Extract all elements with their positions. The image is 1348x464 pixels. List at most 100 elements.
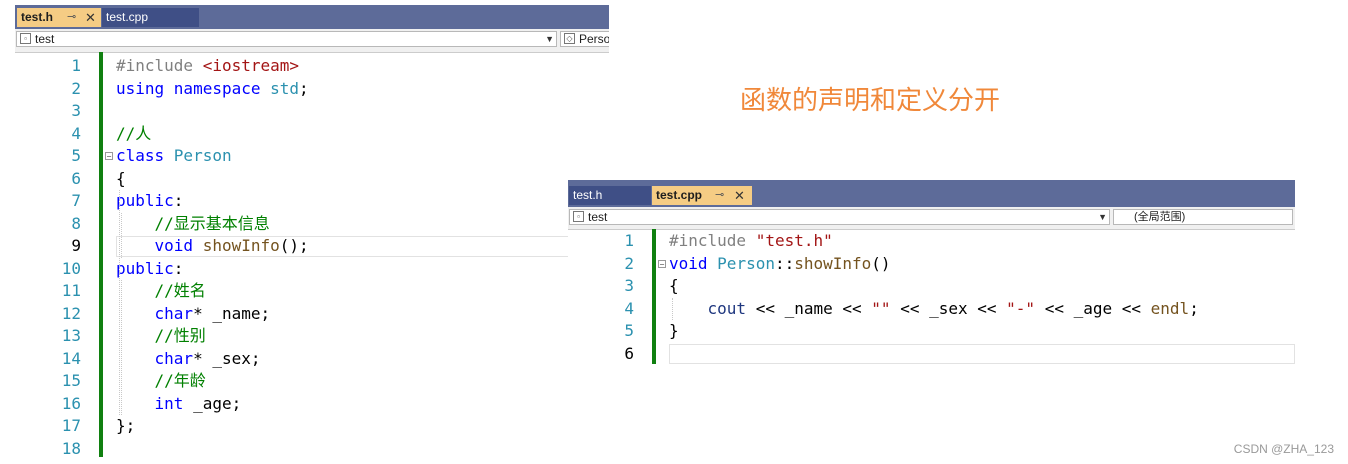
code-line[interactable]: 15 //年龄	[15, 370, 609, 393]
tab-label: test.h	[573, 188, 603, 202]
code-line[interactable]: 6{	[15, 168, 609, 191]
code-text: using namespace std;	[116, 78, 309, 101]
code-line[interactable]: 14 char* _sex;	[15, 348, 609, 371]
code-line[interactable]: 7 public:	[15, 190, 609, 213]
member-label: (全局范围)	[1134, 211, 1186, 223]
chevron-down-icon: ▼	[545, 34, 554, 44]
code-token: ()	[871, 253, 891, 273]
code-text: //显示基本信息	[116, 213, 270, 236]
code-line[interactable]: 6	[568, 343, 1295, 366]
code-line[interactable]: 16 int _age;	[15, 393, 609, 416]
code-line[interactable]: 4 cout << _name << "" << _sex << "-" << …	[568, 298, 1295, 321]
code-token: ""	[871, 298, 891, 318]
tab-label: test.h	[21, 10, 54, 24]
code-token: ::	[774, 253, 795, 273]
line-number: 15	[61, 371, 81, 390]
code-token: //人	[116, 123, 152, 143]
line-number: 18	[61, 438, 81, 458]
scope-label: test	[588, 210, 608, 224]
code-line[interactable]: 1 #include <iostream>	[15, 55, 609, 78]
pin-icon[interactable]: ⊸	[715, 186, 724, 205]
line-number: 4	[624, 298, 634, 318]
code-token: //显示基本信息	[154, 213, 270, 233]
code-token: std	[270, 78, 300, 98]
code-token: << _sex <<	[890, 298, 1007, 318]
code-line[interactable]: 2 void Person::showInfo()	[568, 253, 1295, 276]
code-text: #include "test.h"	[669, 230, 833, 253]
code-line[interactable]: 3{	[568, 275, 1295, 298]
member-dropdown[interactable]: (全局范围)	[1113, 209, 1293, 225]
tab-test-cpp[interactable]: test.cpp	[102, 8, 199, 27]
code-token: showInfo	[794, 253, 872, 273]
code-text: //年龄	[116, 370, 206, 393]
collapse-toggle-icon[interactable]: −	[658, 259, 666, 268]
page-caption: 函数的声明和定义分开	[740, 86, 1001, 116]
line-number: 3	[71, 101, 81, 120]
code-text: void Person::showInfo()	[669, 253, 891, 276]
right-code-area[interactable]: 1 #include "test.h" 2 void Person::showInfo…	[568, 229, 1295, 375]
close-icon[interactable]: ✕	[734, 186, 745, 205]
line-number: 17	[61, 416, 81, 435]
code-line[interactable]: 10 public:	[15, 258, 609, 281]
scope-dropdown[interactable]: ▫ test ▼	[569, 209, 1110, 225]
member-dropdown[interactable]: ◇ Perso	[560, 31, 609, 47]
code-token: void	[154, 236, 203, 255]
line-number: 2	[624, 253, 634, 273]
tab-label: test.cpp	[106, 10, 149, 24]
code-line[interactable]: 13 //性别	[15, 325, 609, 348]
code-token: #include	[116, 56, 203, 75]
line-number: 7	[71, 191, 81, 210]
code-token: :	[173, 191, 184, 210]
tab-test-h[interactable]: test.h ⊸ ✕	[17, 8, 101, 27]
indent-guide	[119, 190, 120, 415]
code-token: char	[154, 348, 194, 368]
line-number: 12	[61, 303, 81, 323]
scope-dropdown[interactable]: ▫ test ▼	[16, 31, 557, 47]
indent-guide	[121, 280, 122, 415]
line-number: 3	[624, 276, 634, 295]
pin-icon[interactable]: ⊸	[67, 8, 76, 27]
code-token: int	[154, 393, 194, 413]
code-token: #include	[669, 231, 756, 250]
code-token: ;	[299, 78, 309, 98]
code-token: cout	[707, 298, 747, 318]
code-token: "-"	[1006, 298, 1036, 318]
line-number: 10	[61, 258, 81, 278]
code-line[interactable]: 4 //人	[15, 123, 609, 146]
code-text: char* _name;	[116, 303, 271, 326]
code-line[interactable]: 5}	[568, 320, 1295, 343]
code-token: {	[116, 168, 126, 188]
collapse-toggle-icon[interactable]: −	[105, 152, 113, 161]
code-token: endl	[1150, 298, 1190, 318]
tab-test-h[interactable]: test.h	[569, 186, 651, 205]
code-line[interactable]: 18	[15, 438, 609, 461]
watermark: CSDN @ZHA_123	[1233, 442, 1334, 456]
code-token: * _name;	[193, 303, 271, 323]
code-token: :	[173, 258, 184, 278]
code-text: #include <iostream>	[116, 55, 299, 78]
code-line[interactable]: 11 //姓名	[15, 280, 609, 303]
code-line[interactable]: 3	[15, 100, 609, 123]
code-line[interactable]: 2 using namespace std;	[15, 78, 609, 101]
code-token: public	[116, 258, 174, 278]
code-text: cout << _name << "" << _sex << "-" << _a…	[669, 298, 1199, 321]
left-code-area[interactable]: 1 #include <iostream> 2 using namespace std…	[15, 52, 609, 464]
code-token: {	[669, 276, 679, 295]
code-line[interactable]: 17};	[15, 415, 609, 438]
code-line[interactable]: 9 void showInfo();	[15, 235, 609, 258]
code-token: Person	[173, 146, 232, 165]
code-token: _age;	[193, 393, 242, 413]
code-line[interactable]: 8 //显示基本信息	[15, 213, 609, 236]
code-line[interactable]: 1 #include "test.h"	[568, 230, 1295, 253]
code-text: {	[669, 275, 679, 298]
code-token: public	[116, 191, 174, 210]
line-number: 8	[71, 213, 81, 233]
right-tabbar: test.h test.cpp ⊸ ✕	[568, 180, 1295, 207]
code-token: "test.h"	[755, 231, 833, 250]
left-navbar: ▫ test ▼ ◇ Perso	[15, 29, 609, 53]
code-line[interactable]: 12 char* _name;	[15, 303, 609, 326]
code-token: << _name <<	[746, 298, 872, 318]
code-token: //姓名	[154, 281, 206, 300]
tab-test-cpp[interactable]: test.cpp ⊸ ✕	[652, 186, 752, 205]
close-icon[interactable]: ✕	[85, 8, 96, 27]
